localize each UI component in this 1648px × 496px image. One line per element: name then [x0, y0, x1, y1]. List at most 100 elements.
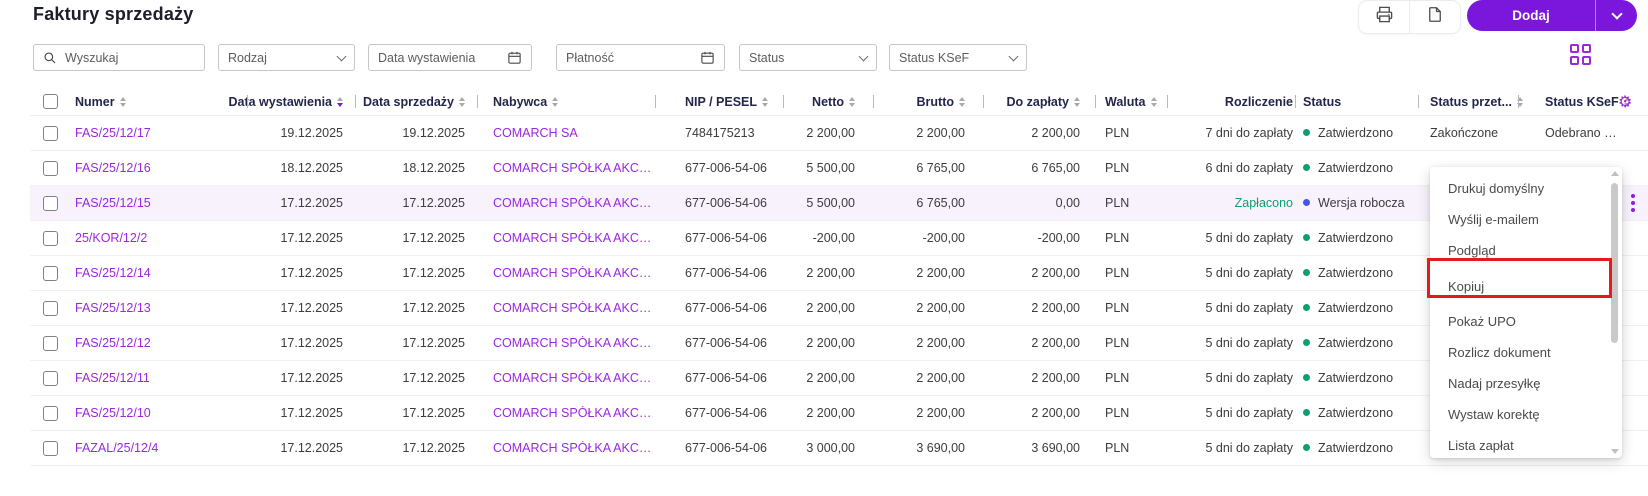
filter-platnosc[interactable]: Płatność [556, 44, 725, 71]
menu-item-drukuj-domy-lny[interactable]: Drukuj domyślny [1430, 173, 1622, 204]
column-header-nip[interactable]: NIP / PESEL [655, 88, 783, 115]
invoice-number-link[interactable]: FAS/25/12/13 [70, 301, 247, 315]
column-header-data_sprzedazy[interactable]: Data sprzedaży [355, 88, 477, 115]
buyer-link[interactable]: COMARCH SPÓŁKA AKCYJ... [477, 371, 655, 385]
invoice-number-link[interactable]: FAS/25/12/14 [70, 266, 247, 280]
export-document-button[interactable] [1409, 1, 1460, 33]
column-header-status_ksef[interactable]: Status KSeF [1518, 88, 1630, 115]
sort-down-icon [959, 102, 965, 107]
scroll-down-icon[interactable] [1611, 449, 1619, 454]
table-row[interactable]: FAS/25/12/10 17.12.2025 17.12.2025 COMARCH … [30, 396, 1648, 431]
menu-scrollbar[interactable] [1609, 171, 1619, 454]
table-row[interactable]: 25/KOR/12/2 17.12.2025 17.12.2025 COMARCH S… [30, 221, 1648, 256]
column-header-data_wystawienia[interactable]: Data wystawienia [228, 88, 355, 115]
menu-item-wy-lij-e-mailem[interactable]: Wyślij e-mailem [1430, 204, 1622, 235]
table-row[interactable]: FAS/25/12/11 17.12.2025 17.12.2025 COMARCH … [30, 361, 1648, 396]
row-checkbox[interactable] [43, 230, 58, 246]
buyer-link[interactable]: COMARCH SPÓŁKA AKCYJ... [477, 231, 655, 245]
buyer-link[interactable]: COMARCH SPÓŁKA AKCYJ... [477, 336, 655, 350]
invoice-number-link[interactable]: FAS/25/12/17 [70, 126, 247, 140]
menu-item-rozlicz-dokument[interactable]: Rozlicz dokument [1430, 337, 1622, 368]
scrollbar-thumb[interactable] [1611, 183, 1618, 343]
buyer-link[interactable]: COMARCH SPÓŁKA AKCYJ... [477, 406, 655, 420]
table-row[interactable]: FAS/25/12/15 17.12.2025 17.12.2025 COMARCH … [30, 186, 1648, 221]
filter-rodzaj-select[interactable]: Rodzaj [218, 44, 355, 71]
column-header-nabywca[interactable]: Nabywca [477, 88, 655, 115]
row-checkbox[interactable] [43, 160, 58, 176]
buyer-link[interactable]: COMARCH SPÓŁKA AKCYJ... [477, 161, 655, 175]
layout-grid-icon[interactable] [1570, 44, 1592, 66]
sort-icon[interactable] [337, 96, 343, 107]
table-row[interactable]: FAS/25/12/13 17.12.2025 17.12.2025 COMARCH … [30, 291, 1648, 326]
sort-icon[interactable] [552, 96, 559, 107]
table-row[interactable]: FAZAL/25/12/4 17.12.2025 17.12.2025 COMARCH… [30, 431, 1648, 466]
menu-item-wystaw-korekt-[interactable]: Wystaw korektę [1430, 399, 1622, 430]
row-checkbox[interactable] [43, 440, 58, 456]
sort-icon[interactable] [1074, 96, 1080, 107]
add-button[interactable]: Dodaj [1467, 8, 1595, 23]
table-row[interactable]: FAS/25/12/14 17.12.2025 17.12.2025 COMARCH … [30, 256, 1648, 291]
scroll-up-icon[interactable] [1611, 171, 1619, 176]
invoice-number-link[interactable]: FAZAL/25/12/4 [70, 441, 247, 455]
search-icon [43, 51, 57, 65]
invoice-number-link[interactable]: 25/KOR/12/2 [70, 231, 247, 245]
row-checkbox[interactable] [43, 405, 58, 421]
column-header-do_zaplaty[interactable]: Do zapłaty [983, 88, 1095, 115]
column-header-status_przet[interactable]: Status przet... [1418, 88, 1523, 115]
invoice-number-link[interactable]: FAS/25/12/15 [70, 196, 247, 210]
buyer-link[interactable]: COMARCH SPÓŁKA AKCYJ... [477, 301, 655, 315]
column-header-brutto[interactable]: Brutto [873, 88, 983, 115]
column-header-numer[interactable]: Numer [70, 88, 247, 115]
buyer-link[interactable]: COMARCH SA [477, 126, 655, 140]
cell-brutto: 2 200,00 [916, 301, 965, 315]
buyer-link[interactable]: COMARCH SPÓŁKA AKCYJ... [477, 266, 655, 280]
menu-item-nadaj-przesy-k-[interactable]: Nadaj przesyłkę [1430, 368, 1622, 399]
sort-up-icon [459, 96, 465, 101]
sort-icon[interactable] [459, 96, 465, 107]
table-row[interactable]: FAS/25/12/16 18.12.2025 18.12.2025 COMARCH … [30, 151, 1648, 186]
menu-item-kopiuj[interactable]: Kopiuj [1430, 266, 1622, 306]
column-header-netto[interactable]: Netto [783, 88, 873, 115]
select-all-checkbox[interactable] [43, 94, 58, 109]
invoice-number-link[interactable]: FAS/25/12/10 [70, 406, 247, 420]
grid-square [1570, 56, 1579, 65]
column-header-status[interactable]: Status [1295, 88, 1418, 115]
buyer-link[interactable]: COMARCH SPÓŁKA AKCYJ... [477, 196, 655, 210]
sort-icon[interactable] [762, 96, 769, 107]
row-checkbox[interactable] [43, 370, 58, 386]
column-header-rozliczenie[interactable]: Rozliczenie [1167, 88, 1295, 115]
filter-status-select[interactable]: Status [739, 44, 877, 71]
print-button[interactable] [1359, 1, 1409, 33]
kebab-menu-icon[interactable] [1618, 194, 1648, 212]
invoice-number-link[interactable]: FAS/25/12/12 [70, 336, 247, 350]
search-input[interactable]: Wyszukaj [33, 44, 205, 71]
filter-status-ksef-select[interactable]: Status KSeF [889, 44, 1027, 71]
invoice-number-link[interactable]: FAS/25/12/11 [70, 371, 247, 385]
filter-data-wystawienia[interactable]: Data wystawienia [368, 44, 532, 71]
chevron-down-icon [336, 51, 347, 61]
row-checkbox[interactable] [43, 195, 58, 211]
menu-item-poka-upo[interactable]: Pokaż UPO [1430, 306, 1622, 337]
cell-data-wystawienia: 17.12.2025 [280, 441, 343, 455]
sort-icon[interactable] [119, 96, 126, 107]
cell-netto: 5 500,00 [806, 161, 855, 175]
row-checkbox[interactable] [43, 265, 58, 281]
column-settings-gear-icon[interactable]: ⚙ [1618, 93, 1632, 110]
menu-item-lista-zap-at[interactable]: Lista zapłat [1430, 430, 1622, 461]
row-checkbox[interactable] [43, 300, 58, 316]
cell-waluta: PLN [1105, 231, 1130, 245]
sort-icon[interactable] [1150, 96, 1157, 107]
menu-item-podgl-d[interactable]: Podgląd [1430, 235, 1622, 266]
cell-do-zaplaty: 2 200,00 [1031, 266, 1080, 280]
cell-brutto: 2 200,00 [916, 336, 965, 350]
sort-icon[interactable] [849, 96, 855, 107]
row-checkbox[interactable] [43, 125, 58, 141]
sort-icon[interactable] [959, 96, 965, 107]
table-row[interactable]: FAS/25/12/12 17.12.2025 17.12.2025 COMARCH … [30, 326, 1648, 361]
invoice-number-link[interactable]: FAS/25/12/16 [70, 161, 247, 175]
row-checkbox[interactable] [43, 335, 58, 351]
column-header-waluta[interactable]: Waluta [1095, 88, 1167, 115]
add-dropdown-button[interactable] [1595, 0, 1637, 31]
buyer-link[interactable]: COMARCH SPÓŁKA AKCYJ... [477, 441, 655, 455]
table-row[interactable]: FAS/25/12/17 19.12.2025 19.12.2025 COMARCH … [30, 116, 1648, 151]
